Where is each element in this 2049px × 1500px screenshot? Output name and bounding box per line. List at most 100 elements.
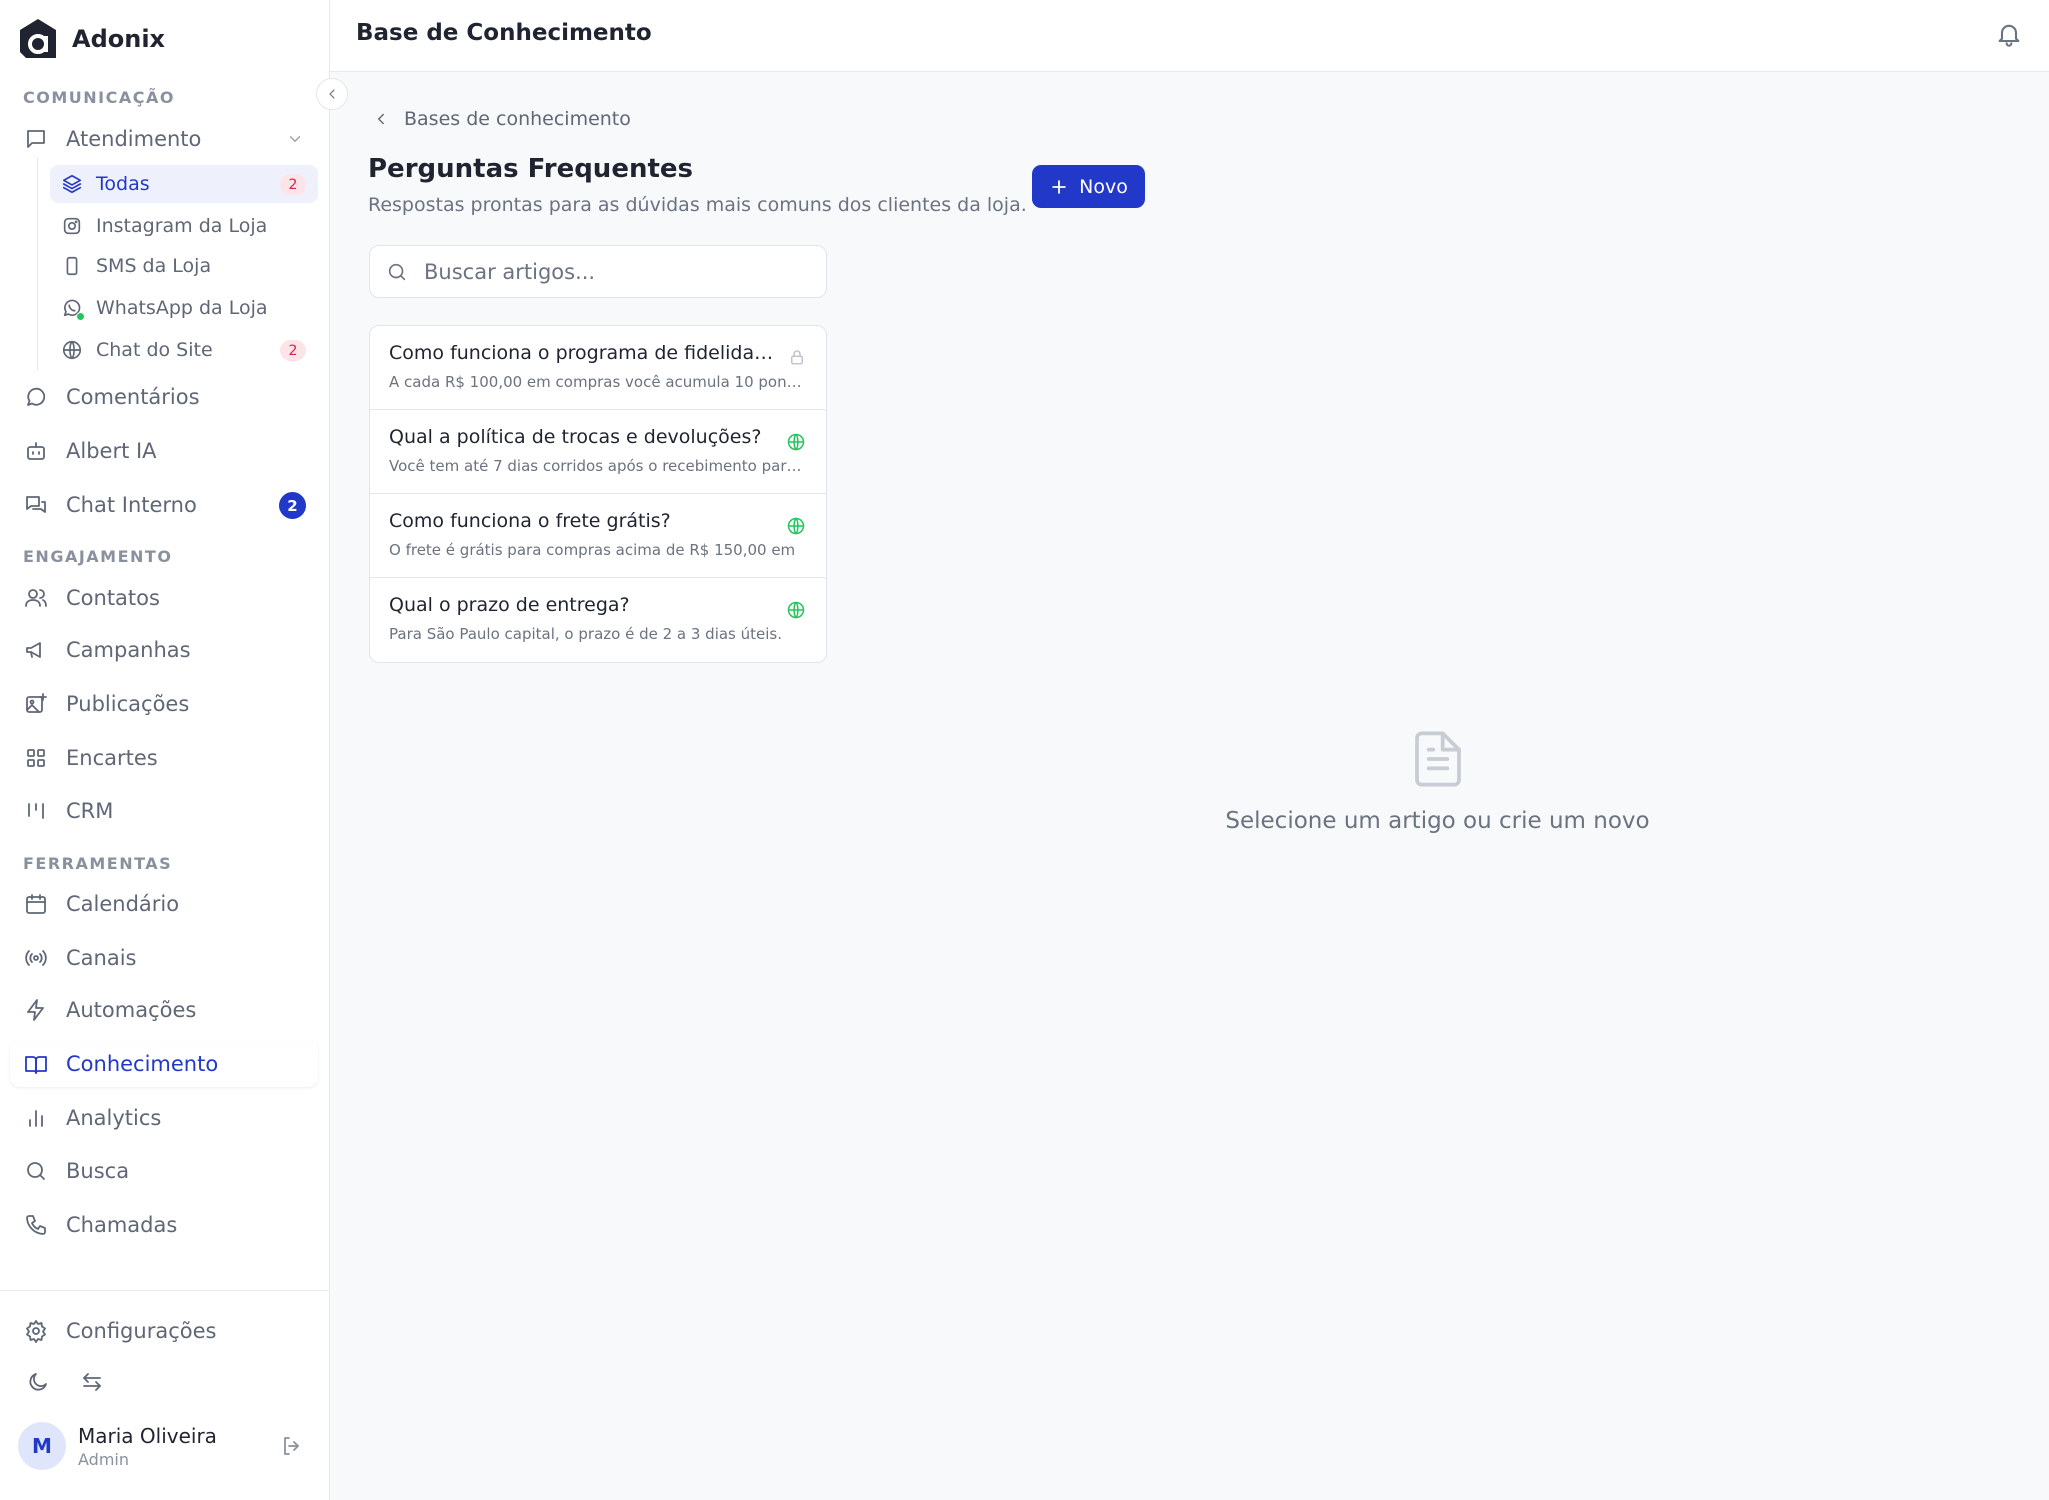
collapse-sidebar-button[interactable]: [316, 78, 348, 110]
sidebar: Adonix COMUNICAÇÃO Atendimento Todas 2 I…: [0, 0, 330, 1500]
section-label-tools: FERRAMENTAS: [23, 854, 173, 873]
chevron-left-icon: [324, 86, 340, 102]
nav-label: Contatos: [66, 586, 160, 610]
book-open-icon: [22, 1050, 50, 1078]
bar-chart-icon: [22, 1104, 50, 1132]
sub-item-label: WhatsApp da Loja: [96, 297, 268, 319]
search-icon: [22, 1157, 50, 1185]
globe-icon: [60, 338, 84, 362]
switch-arrows-icon[interactable]: [78, 1368, 106, 1396]
whatsapp-icon: [60, 296, 85, 321]
article-snippet: Para São Paulo capital, o prazo é de 2 a…: [389, 625, 783, 643]
count-badge: 2: [280, 174, 306, 195]
new-button-label: Novo: [1079, 175, 1128, 198]
article-item[interactable]: Qual o prazo de entrega? Para São Paulo …: [370, 578, 826, 662]
nav-label: Comentários: [66, 385, 200, 409]
search-box: [369, 245, 827, 298]
file-text-icon: [1150, 728, 1725, 790]
article-snippet: A cada R$ 100,00 em compras você acumula…: [389, 373, 803, 391]
sub-item-whatsapp[interactable]: WhatsApp da Loja: [50, 289, 318, 327]
search-input[interactable]: [424, 259, 804, 284]
back-link[interactable]: Bases de conhecimento: [372, 108, 631, 130]
sub-item-label: SMS da Loja: [96, 255, 212, 277]
article-title: Como funciona o frete grátis?: [389, 510, 671, 532]
logout-icon[interactable]: [280, 1434, 304, 1458]
page-title: Base de Conhecimento: [356, 20, 652, 46]
article-snippet: O frete é grátis para compras acima de R…: [389, 541, 796, 559]
nav-calendario[interactable]: Calendário: [10, 881, 318, 927]
nav-label: CRM: [66, 799, 114, 823]
nav-label: Chat Interno: [66, 493, 197, 517]
article-item[interactable]: Como funciona o frete grátis? O frete é …: [370, 494, 826, 578]
nav-label: Automações: [66, 998, 197, 1022]
user-profile[interactable]: M Maria Oliveira Admin: [18, 1422, 217, 1470]
topbar: Base de Conhecimento: [330, 0, 2049, 72]
nav-label: Conhecimento: [66, 1052, 219, 1076]
empty-state: Selecione um artigo ou crie um novo: [1150, 728, 1725, 834]
nav-atendimento[interactable]: Atendimento: [10, 116, 318, 162]
nav-label: Publicações: [66, 692, 190, 716]
knowledge-base-subtitle: Respostas prontas para as dúvidas mais c…: [368, 194, 1027, 216]
globe-icon: [786, 432, 806, 452]
users-icon: [22, 584, 50, 612]
megaphone-icon: [22, 636, 50, 664]
nav-atendimento-label: Atendimento: [66, 127, 202, 151]
nav-label: Busca: [66, 1159, 130, 1183]
nav-campanhas[interactable]: Campanhas: [10, 627, 318, 673]
unread-badge: 2: [279, 492, 306, 519]
bell-icon[interactable]: [1995, 20, 2023, 48]
messages-icon: [22, 491, 50, 519]
sub-item-chat-site[interactable]: Chat do Site 2: [50, 331, 318, 369]
app-name: Adonix: [72, 25, 166, 53]
nav-busca[interactable]: Busca: [10, 1148, 318, 1194]
nav-encartes[interactable]: Encartes: [10, 735, 318, 781]
footer-actions: [24, 1368, 106, 1396]
moon-icon[interactable]: [24, 1368, 52, 1396]
sub-item-sms[interactable]: SMS da Loja: [50, 247, 318, 285]
nav-contatos[interactable]: Contatos: [10, 575, 318, 621]
avatar: M: [18, 1422, 66, 1470]
radio-icon: [22, 944, 50, 972]
nav-label: Calendário: [66, 892, 180, 916]
settings-icon: [22, 1317, 50, 1345]
chevron-left-icon: [372, 110, 390, 128]
nav-chat-interno[interactable]: Chat Interno 2: [10, 482, 318, 528]
nav-label: Analytics: [66, 1106, 162, 1130]
section-label-communication: COMUNICAÇÃO: [23, 88, 175, 107]
message-square-icon: [22, 125, 50, 153]
globe-icon: [786, 600, 806, 620]
nav-conhecimento[interactable]: Conhecimento: [10, 1041, 318, 1087]
user-name: Maria Oliveira: [78, 1423, 217, 1448]
chevron-down-icon[interactable]: [286, 130, 304, 148]
nav-chamadas[interactable]: Chamadas: [10, 1202, 318, 1248]
nav-comentarios[interactable]: Comentários: [10, 374, 318, 420]
nav-label: Campanhas: [66, 638, 191, 662]
article-item[interactable]: Qual a política de trocas e devoluções? …: [370, 410, 826, 494]
nav-canais[interactable]: Canais: [10, 935, 318, 981]
nav-crm[interactable]: CRM: [10, 788, 318, 834]
nav-publicacoes[interactable]: Publicações: [10, 681, 318, 727]
bot-icon: [22, 437, 50, 465]
empty-state-text: Selecione um artigo ou crie um novo: [1225, 808, 1650, 834]
article-snippet: Você tem até 7 dias corridos após o rece…: [389, 457, 803, 475]
article-title: Qual a política de trocas e devoluções?: [389, 426, 762, 448]
nav-analytics[interactable]: Analytics: [10, 1095, 318, 1141]
sub-item-instagram[interactable]: Instagram da Loja: [50, 207, 318, 245]
brand[interactable]: Adonix: [18, 18, 165, 60]
sub-item-todas[interactable]: Todas 2: [50, 165, 318, 203]
nav-automacoes[interactable]: Automações: [10, 987, 318, 1033]
sub-item-label: Todas: [96, 173, 150, 195]
layers-icon: [60, 172, 84, 196]
nav-configuracoes[interactable]: Configurações: [10, 1308, 318, 1354]
search-icon: [386, 261, 408, 283]
article-item[interactable]: Como funciona o programa de fidelidade? …: [370, 326, 826, 410]
calendar-icon: [22, 890, 50, 918]
nav-albert-ia[interactable]: Albert IA: [10, 428, 318, 474]
kanban-icon: [22, 797, 50, 825]
nav-label: Encartes: [66, 746, 158, 770]
new-article-button[interactable]: Novo: [1032, 165, 1145, 208]
zap-icon: [22, 996, 50, 1024]
count-badge: 2: [280, 340, 306, 361]
phone-icon: [22, 1211, 50, 1239]
tree-line: [37, 158, 38, 370]
